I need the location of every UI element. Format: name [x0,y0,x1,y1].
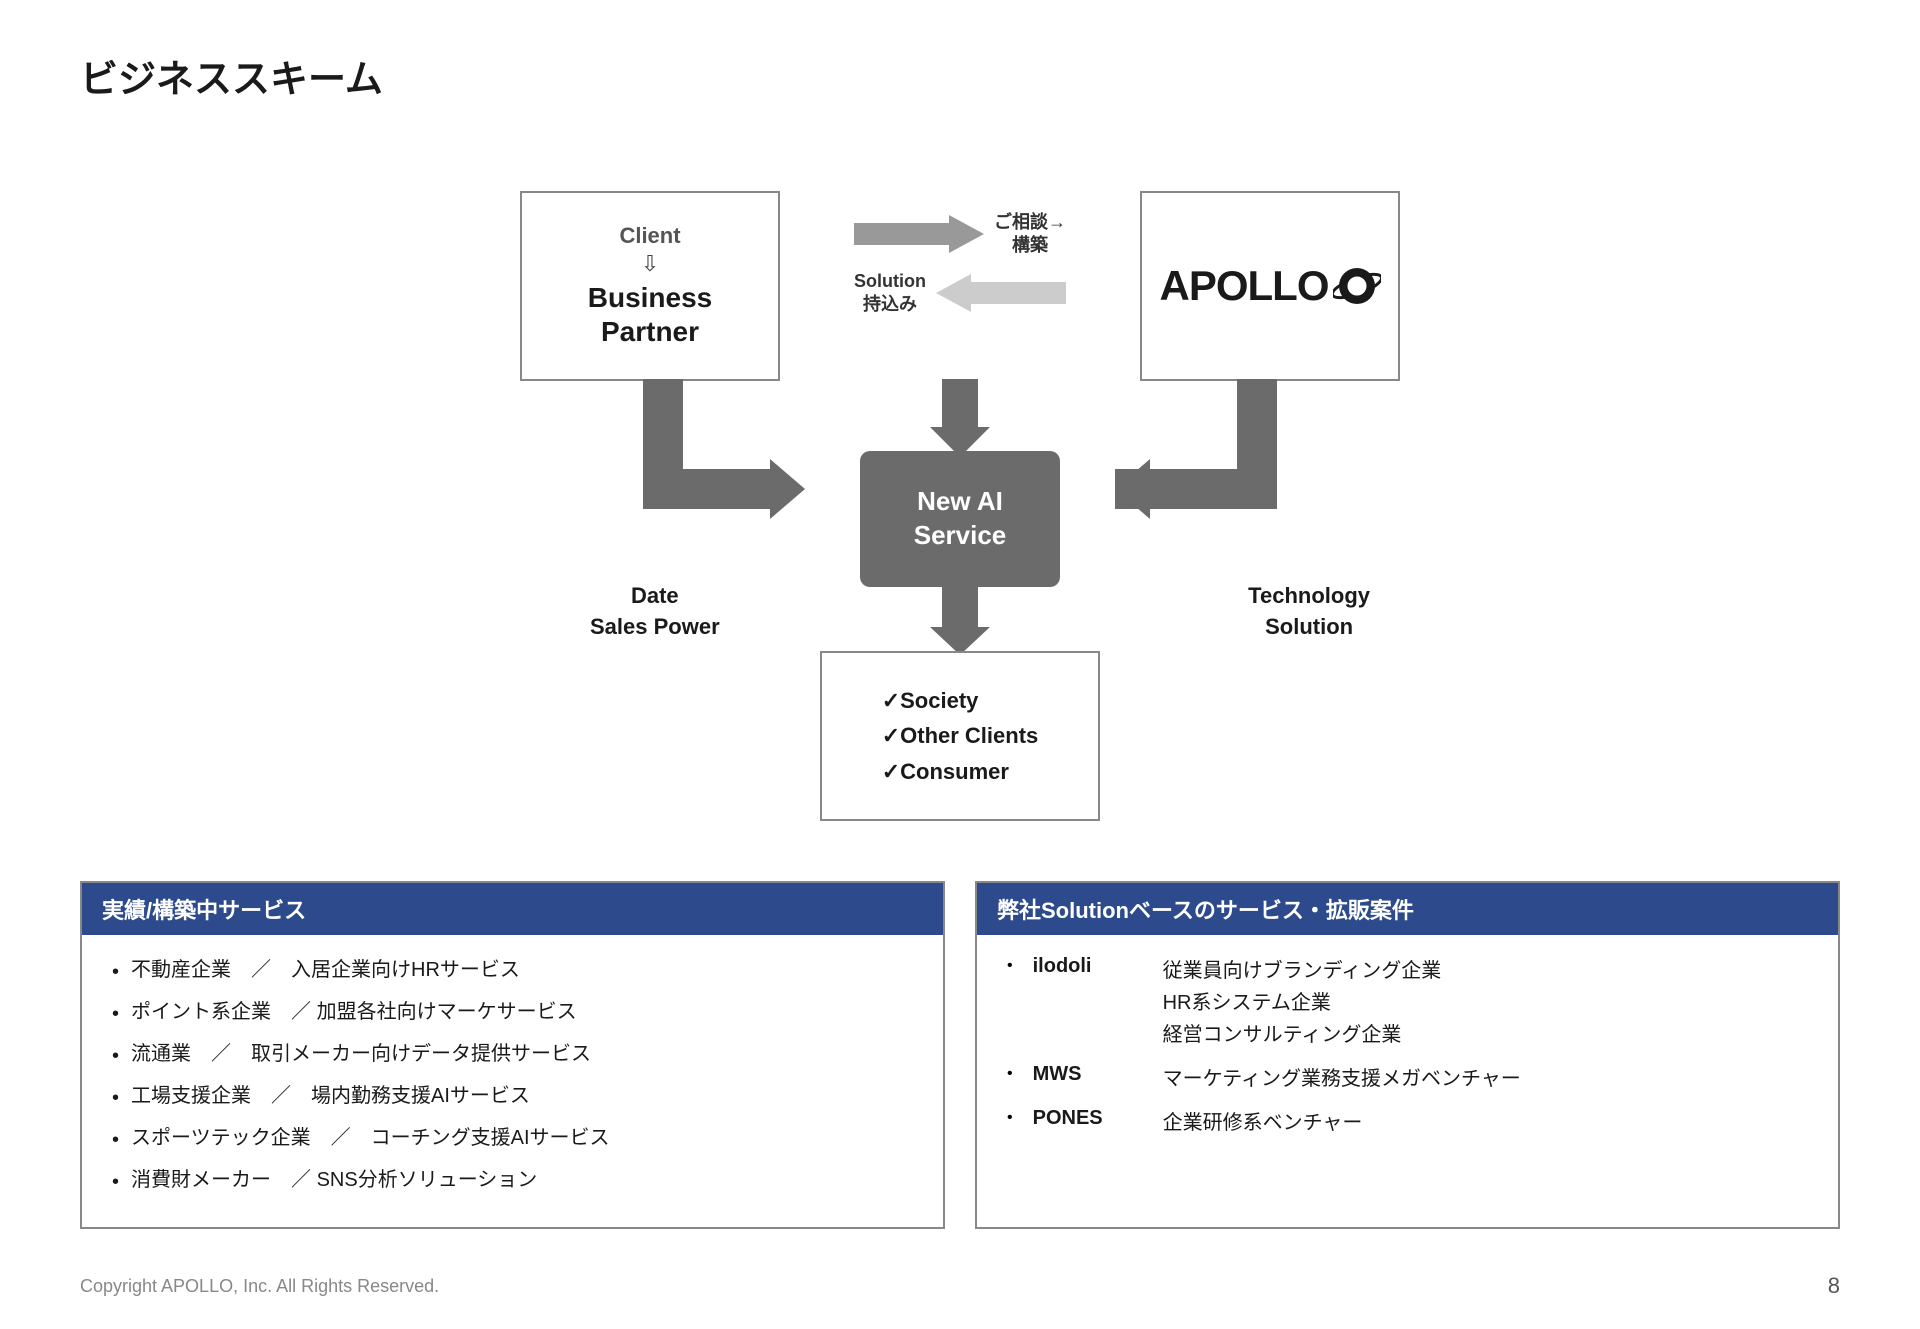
society-box: ✓Society ✓Other Clients ✓Consumer [820,651,1100,821]
newai-to-society-down-arrow-icon [930,585,990,655]
apollo-text: APOLLO [1160,262,1329,310]
list-item: • ilodoli 従業員向けブランディング企業HR系システム企業経営コンサルテ… [1007,955,1818,1051]
bottom-section: 実績/構築中サービス • 不動産企業 ／ 入居企業向けHRサービス • ポイント… [80,881,1840,1229]
client-label: Client [619,223,680,249]
new-ai-service-box: New AI Service [860,451,1060,587]
list-item: • ポイント系企業 ／ 加盟各社向けマーケサービス [112,997,923,1029]
client-box: Client ⇩ BusinessPartner [520,191,780,381]
apollo-box: APOLLO [1140,191,1400,381]
arrow-left-icon [936,274,1066,312]
right-table-header: 弊社Solutionベースのサービス・拡販案件 [977,883,1838,935]
consultation-arrow-row: ご相談→ 構築 [854,211,1066,258]
company-desc-ilodoli: 従業員向けブランディング企業HR系システム企業経営コンサルティング企業 [1163,955,1442,1051]
list-item: • 工場支援企業 ／ 場内勤務支援AIサービス [112,1081,923,1113]
right-table: 弊社Solutionベースのサービス・拡販案件 • ilodoli 従業員向けブ… [975,881,1840,1229]
bullet-icon: • [112,999,119,1029]
list-item: • スポーツテック企業 ／ コーチング支援AIサービス [112,1123,923,1155]
left-table-body: • 不動産企業 ／ 入居企業向けHRサービス • ポイント系企業 ／ 加盟各社向… [82,935,943,1227]
apollo-planet-icon [1333,262,1381,310]
company-name-ilodoli: ilodoli [1033,955,1163,978]
list-item: • 消費財メーカー ／ SNS分析ソリューション [112,1165,923,1197]
client-to-newai-arrow-icon [585,379,805,559]
bullet-icon: • [112,1041,119,1071]
left-table-header: 実績/構築中サービス [82,883,943,935]
list-item: • MWS マーケティング業務支援メガベンチャー [1007,1063,1818,1095]
bullet-icon: • [1007,1065,1013,1083]
left-table: 実績/構築中サービス • 不動産企業 ／ 入居企業向けHRサービス • ポイント… [80,881,945,1229]
company-name-mws: MWS [1033,1063,1163,1086]
bullet-icon: • [112,957,119,987]
new-ai-label: New AI Service [914,485,1007,553]
solution-label: Solution 持込み [854,270,926,317]
right-table-body: • ilodoli 従業員向けブランディング企業HR系システム企業経営コンサルテ… [977,935,1838,1171]
bullet-icon: • [1007,1109,1013,1127]
list-item: • PONES 企業研修系ベンチャー [1007,1107,1818,1139]
footer-page-number: 8 [1828,1273,1840,1299]
list-item: • 不動産企業 ／ 入居企業向けHRサービス [112,955,923,987]
solution-arrow-row: Solution 持込み [854,270,1066,317]
company-name-pones: PONES [1033,1107,1163,1130]
page: ビジネススキーム Client ⇩ BusinessPartner APOLLO [0,0,1920,1329]
arrow-right-icon [854,215,984,253]
top-to-newai-down-arrow-icon [930,379,990,457]
list-item: • 流通業 ／ 取引メーカー向けデータ提供サービス [112,1039,923,1071]
company-desc-mws: マーケティング業務支援メガベンチャー [1163,1063,1521,1095]
diagram-area: Client ⇩ BusinessPartner APOLLO [80,151,1840,831]
bullet-icon: • [112,1125,119,1155]
society-items: ✓Society ✓Other Clients ✓Consumer [882,683,1039,789]
page-title: ビジネススキーム [80,48,1840,103]
footer-copyright: Copyright APOLLO, Inc. All Rights Reserv… [80,1276,439,1297]
top-arrows-container: ご相談→ 構築 Solution 持込み [854,211,1066,317]
apollo-logo: APOLLO [1160,262,1381,310]
footer: Copyright APOLLO, Inc. All Rights Reserv… [80,1273,1840,1299]
consultation-label: ご相談→ 構築 [994,211,1066,258]
date-sales-power-label: Date Sales Power [590,581,720,643]
client-down-arrow-icon: ⇩ [641,251,659,277]
diagram-wrapper: Client ⇩ BusinessPartner APOLLO [460,151,1460,831]
bullet-icon: • [112,1167,119,1197]
apollo-to-newai-arrow-icon [1115,379,1335,559]
company-desc-pones: 企業研修系ベンチャー [1163,1107,1363,1139]
bullet-icon: • [1007,957,1013,975]
bullet-icon: • [112,1083,119,1113]
client-main-label: BusinessPartner [588,281,713,348]
technology-solution-label: Technology Solution [1248,581,1370,643]
